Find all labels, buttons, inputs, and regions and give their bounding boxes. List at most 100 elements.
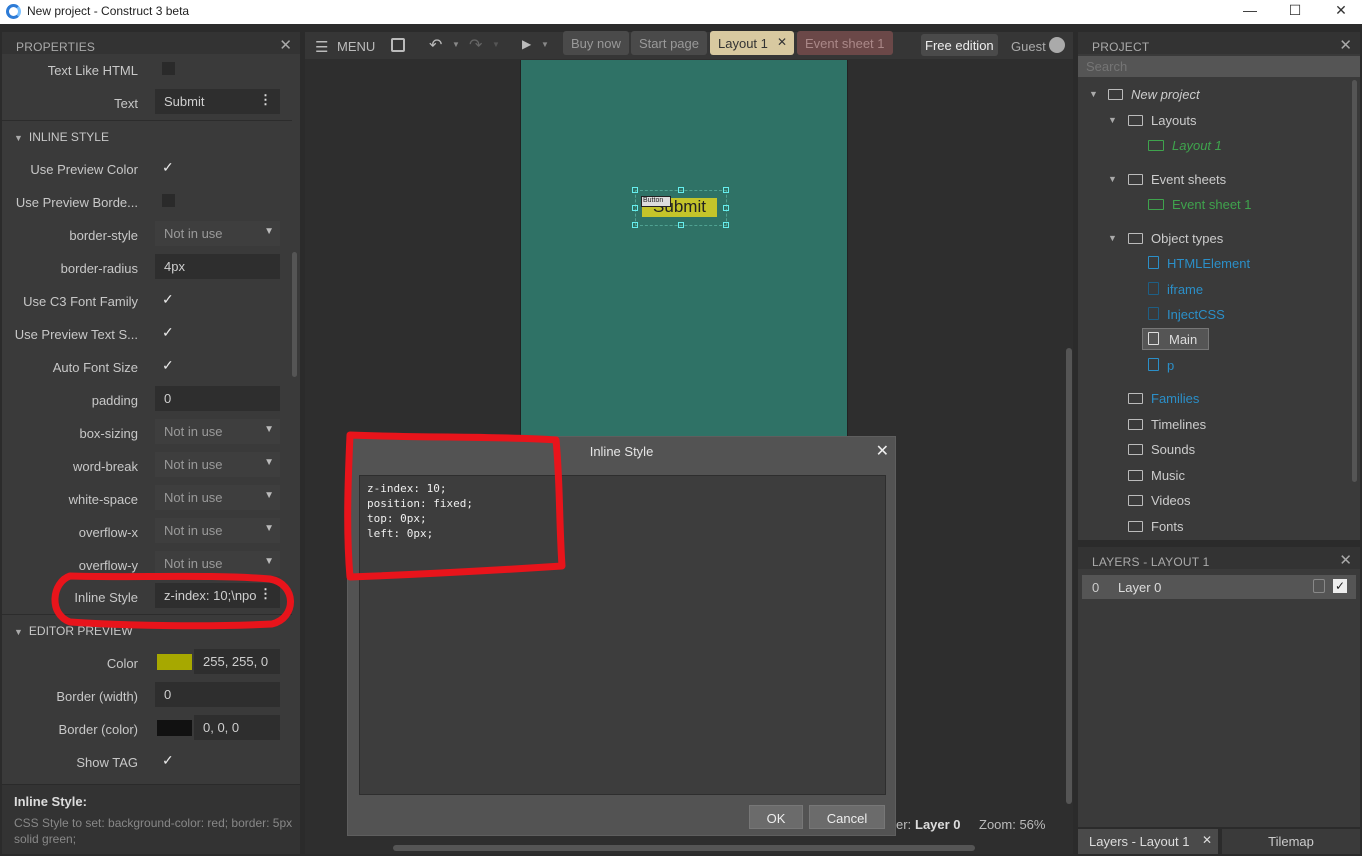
prop-checkbox[interactable]: ✓ [162,358,175,372]
tree-folder-layouts[interactable]: Layouts [1128,113,1197,135]
prop-select[interactable]: Not in use ▼ [155,419,280,444]
minimize-button[interactable]: — [1227,2,1273,22]
tree-item-p[interactable]: p [1148,358,1174,380]
resize-handle[interactable] [723,187,729,193]
prop-text-field[interactable]: 0 [155,386,280,411]
hamburger-icon[interactable]: ☰ [315,38,328,56]
tree-folder-fonts[interactable]: Fonts [1128,519,1184,541]
resize-handle[interactable] [632,205,638,211]
tree-folder-object-types[interactable]: Object types [1128,231,1223,253]
layers-close-icon[interactable]: ✕ [1339,551,1352,569]
section-editor-preview[interactable]: ▼ EDITOR PREVIEW [2,614,292,644]
tree-folder-sounds[interactable]: Sounds [1128,442,1195,464]
user-avatar-icon[interactable] [1049,37,1065,53]
tree-item-event-sheet-1[interactable]: Event sheet 1 [1148,197,1252,219]
prop-select[interactable]: Not in use ▼ [155,452,280,477]
cancel-button[interactable]: Cancel [809,805,885,829]
tree-folder-families[interactable]: Families [1128,391,1199,413]
resize-handle[interactable] [632,222,638,228]
undo-icon[interactable]: ↶ [429,35,442,55]
border-width-field[interactable]: 0 [155,682,280,707]
color-field[interactable]: 255, 255, 0 [194,649,280,674]
layer-visible-checkbox[interactable]: ✓ [1333,579,1347,593]
prop-checkbox[interactable]: ✓ [162,292,175,306]
tree-folder-event-sheets[interactable]: Event sheets [1128,172,1226,194]
redo-icon[interactable]: ↷ [469,35,482,55]
tree-item-main[interactable]: Main [1142,328,1209,350]
play-dropdown-icon[interactable]: ▼ [541,40,549,49]
expand-triangle-icon[interactable]: ▼ [1089,89,1098,99]
folder-icon [1128,521,1143,532]
tree-folder-timelines[interactable]: Timelines [1128,417,1206,439]
more-options-icon[interactable]: ⋮ [259,92,272,108]
resize-handle[interactable] [723,205,729,211]
tab-layout-1[interactable]: Layout 1 ✕ [710,31,794,55]
inline-style-textarea[interactable] [359,475,886,795]
border-color-field[interactable]: 0, 0, 0 [194,715,280,740]
tree-item-layout-1[interactable]: Layout 1 [1148,138,1222,160]
border-color-value: 0, 0, 0 [203,720,240,735]
unlock-icon[interactable] [1313,579,1325,593]
close-window-button[interactable]: ✕ [1318,2,1362,22]
prop-select[interactable]: Not in use ▼ [155,518,280,543]
dialog-close-icon[interactable]: ✕ [876,441,889,461]
prop-checkbox[interactable]: ✓ [162,325,175,339]
text-like-html-checkbox[interactable] [162,62,175,75]
tab-tilemap[interactable]: Tilemap [1222,829,1360,854]
border-color-swatch[interactable] [157,720,192,736]
ok-button[interactable]: OK [749,805,803,829]
resize-handle[interactable] [678,222,684,228]
more-options-icon[interactable]: ⋮ [259,586,272,602]
project-scrollbar[interactable] [1352,80,1357,482]
resize-handle[interactable] [723,222,729,228]
section-inline-style[interactable]: ▼ INLINE STYLE [2,120,292,150]
free-edition-badge[interactable]: Free edition [921,34,998,56]
tab-close-icon[interactable]: ✕ [777,35,787,49]
menu-button[interactable]: MENU [337,39,375,54]
inline-style-field[interactable]: z-index: 10;\npo ⋮ [155,583,280,608]
tab-close-icon[interactable]: ✕ [1202,833,1212,847]
save-icon[interactable] [391,38,405,52]
project-close-icon[interactable]: ✕ [1339,36,1352,54]
tab-event-sheet-1[interactable]: Event sheet 1 [797,31,893,55]
expand-triangle-icon[interactable]: ▼ [1108,115,1117,125]
tab-buy-now[interactable]: Buy now [563,31,629,55]
layer-name: Layer 0 [1118,580,1162,595]
prop-select[interactable]: Not in use ▼ [155,551,280,576]
tree-root-project[interactable]: New project [1108,87,1200,109]
vertical-scrollbar[interactable] [1066,348,1072,804]
show-tag-checkbox[interactable]: ✓ [162,753,175,767]
selection-box[interactable] [635,190,727,226]
tree-folder-videos[interactable]: Videos [1128,493,1191,515]
expand-triangle-icon[interactable]: ▼ [1108,174,1117,184]
text-field[interactable]: Submit ⋮ [155,89,280,114]
horizontal-scrollbar[interactable] [393,845,975,851]
play-icon[interactable]: ▶ [522,37,531,51]
expand-triangle-icon[interactable]: ▼ [1108,233,1117,243]
maximize-button[interactable]: ☐ [1272,2,1318,22]
color-swatch[interactable] [157,654,192,670]
redo-dropdown-icon[interactable]: ▼ [492,40,500,49]
resize-handle[interactable] [632,187,638,193]
guest-label[interactable]: Guest [1011,39,1046,54]
prop-row: Use C3 Font Family ✓ [2,285,292,318]
resize-handle[interactable] [678,187,684,193]
prop-label: word-break [72,459,138,474]
properties-scrollbar[interactable] [292,252,297,377]
tab-start-page[interactable]: Start page [631,31,707,55]
project-search-input[interactable] [1078,56,1360,77]
prop-select[interactable]: Not in use ▼ [155,221,280,246]
tree-item-iframe[interactable]: iframe [1148,282,1203,304]
prop-select[interactable]: Not in use ▼ [155,485,280,510]
layer-row[interactable]: 0 Layer 0 ✓ [1082,575,1356,599]
prop-checkbox[interactable]: ✓ [162,160,175,174]
tree-item-injectcss[interactable]: InjectCSS [1148,307,1225,329]
prop-checkbox[interactable] [162,194,175,207]
tree-folder-music[interactable]: Music [1128,468,1185,490]
tree-item-htmlelement[interactable]: HTMLElement [1148,256,1250,278]
tab-layers-layout-1[interactable]: Layers - Layout 1 ✕ [1078,829,1218,854]
undo-dropdown-icon[interactable]: ▼ [452,40,460,49]
properties-close-icon[interactable]: ✕ [279,36,292,54]
layout-canvas[interactable] [520,60,848,436]
prop-text-field[interactable]: 4px [155,254,280,279]
